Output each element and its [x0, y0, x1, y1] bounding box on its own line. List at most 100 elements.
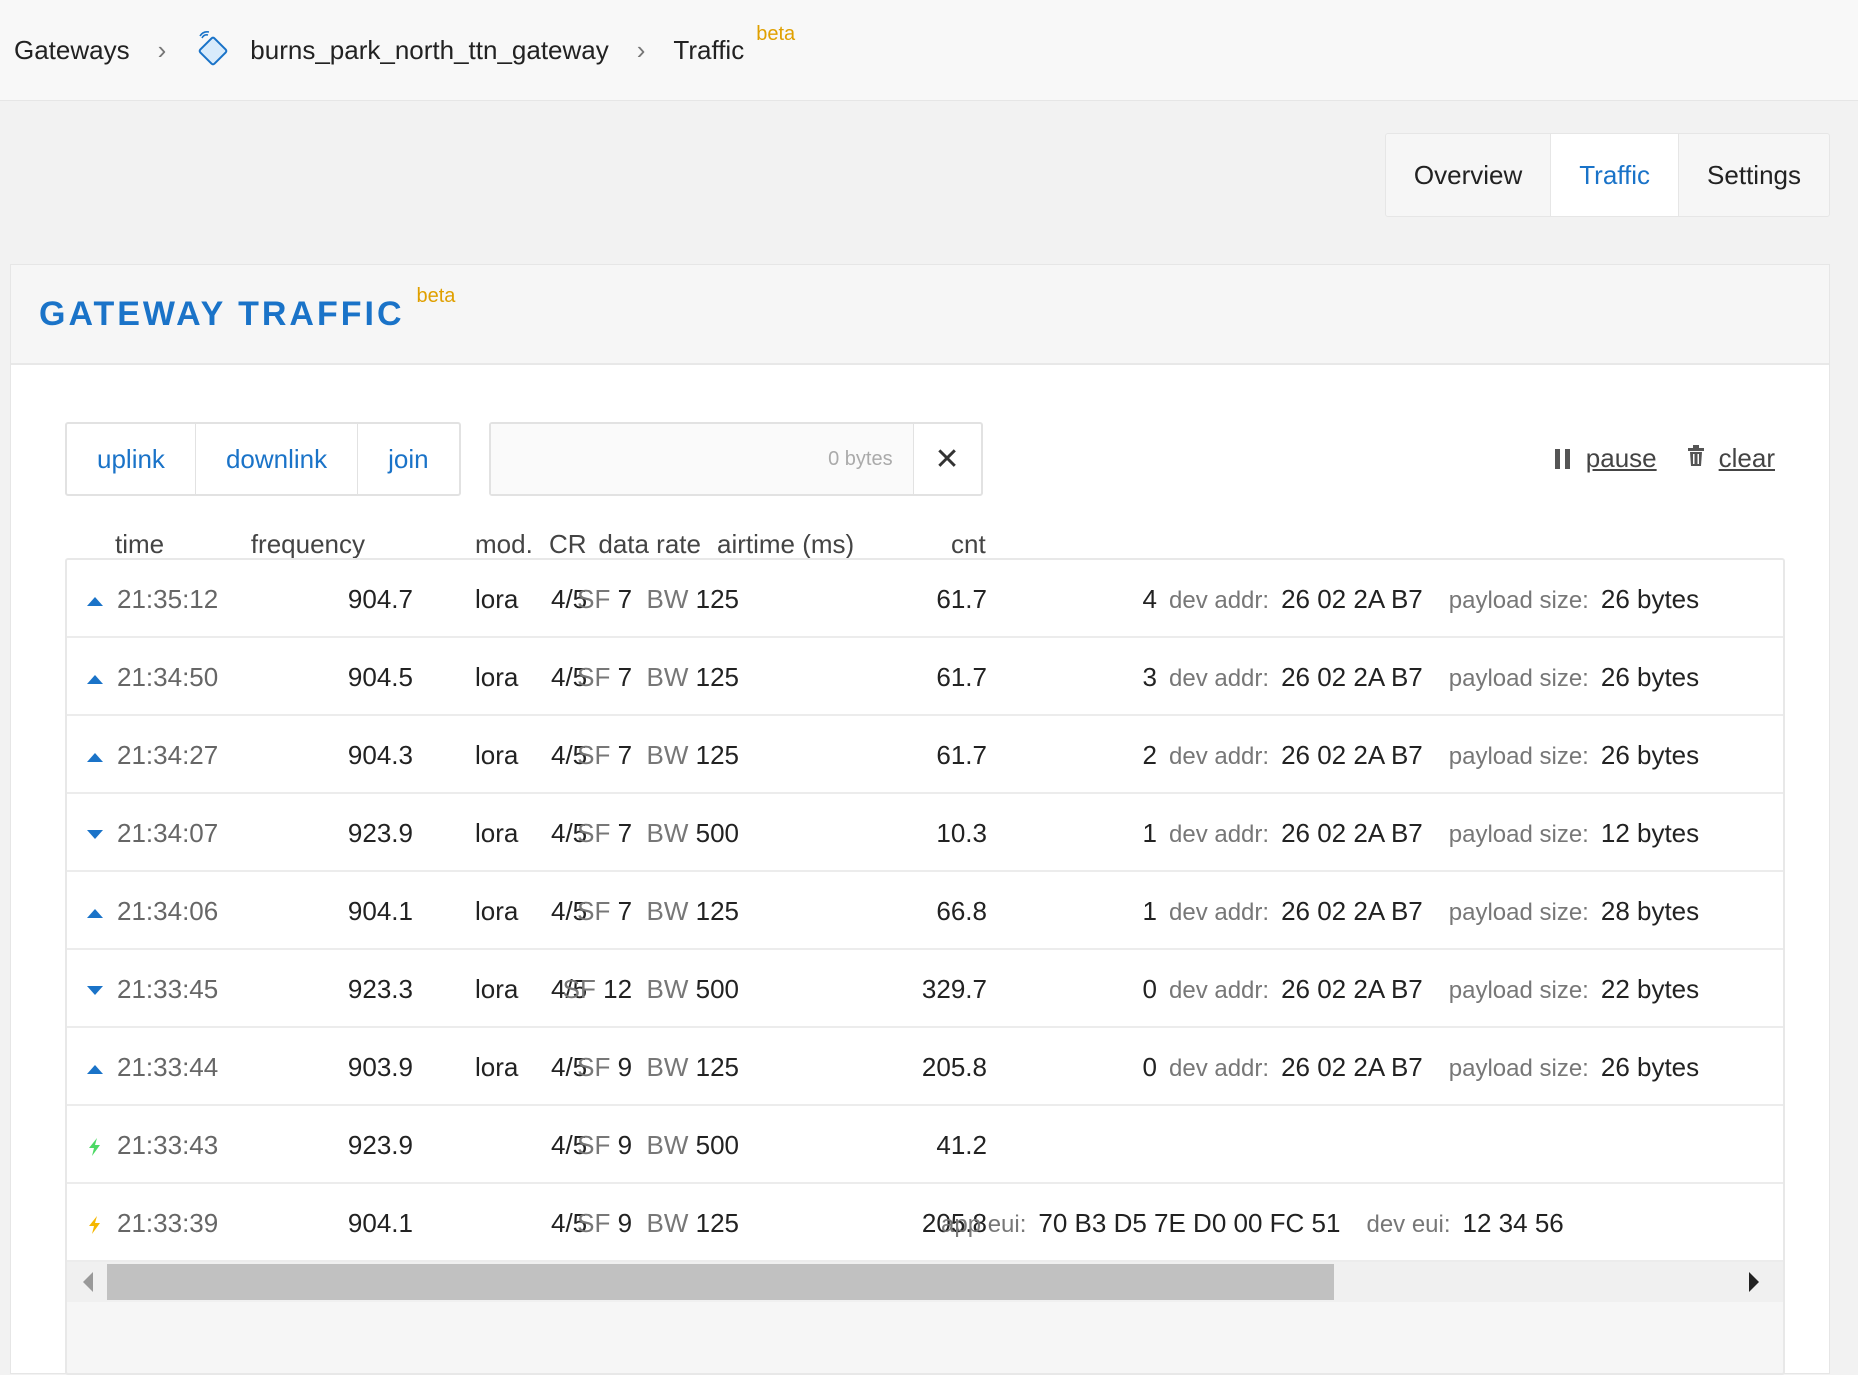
sf-label: SF — [577, 818, 618, 848]
downlink-icon — [85, 977, 105, 997]
breadcrumb-current: Traffic — [673, 34, 745, 65]
uplink-icon — [85, 1055, 105, 1075]
bw-value: 125 — [695, 896, 739, 926]
clear-label: clear — [1718, 443, 1775, 473]
message-type-filter: uplink downlink join — [65, 422, 461, 496]
join-filter-button[interactable]: join — [358, 424, 458, 494]
page-tabs: Overview Traffic Settings — [1384, 133, 1830, 217]
cell-cnt: 1 — [1142, 896, 1157, 926]
breadcrumb-gateways[interactable]: Gateways — [14, 35, 130, 66]
downlink-icon — [85, 821, 105, 841]
cell-cnt: 4 — [1142, 584, 1157, 614]
detail-label-1: dev addr: — [1169, 899, 1270, 926]
beta-badge: beta — [756, 22, 796, 45]
cell-data-rate: SF 7 BW 125 — [577, 740, 739, 771]
cell-time: 21:33:39 — [117, 1208, 219, 1238]
detail-label-1: dev addr: — [1169, 821, 1270, 848]
cell-cnt: 0 — [1142, 1052, 1157, 1082]
detail-value-2: 26 bytes — [1600, 662, 1700, 692]
traffic-table: 21:35:12 904.7 lora 4/5 SF 7 BW 125 61.7 4 dev … — [65, 558, 1785, 1375]
sf-value: 7 — [617, 740, 633, 770]
bw-label: BW — [632, 1052, 696, 1082]
column-mod: mod. — [475, 529, 533, 559]
traffic-rows: 21:35:12 904.7 lora 4/5 SF 7 BW 125 61.7 4 dev … — [67, 560, 1783, 1262]
cell-airtime: 10.3 — [936, 818, 987, 848]
chevron-right-icon: › — [636, 34, 646, 65]
cell-details: dev addr: 26 02 2A B7 payload size: 28 byte… — [1169, 896, 1725, 927]
scrollbar-thumb[interactable] — [107, 1264, 1334, 1300]
cell-airtime: 41.2 — [936, 1130, 987, 1160]
bw-label: BW — [632, 740, 696, 770]
sf-label: SF — [577, 584, 618, 614]
breadcrumb-gateway[interactable]: burns_park_north_ttn_gateway — [250, 35, 608, 66]
column-airtime: airtime (ms) — [717, 529, 855, 559]
pause-icon — [1554, 448, 1570, 469]
detail-label-2: payload size: — [1448, 821, 1589, 848]
cell-details: dev addr: 26 02 2A B7 payload size: 26 byte… — [1169, 584, 1725, 615]
clear-button[interactable]: clear — [1687, 443, 1775, 474]
tab-settings[interactable]: Settings — [1679, 134, 1829, 216]
gateway-traffic-card: GATEWAY TRAFFIC beta uplink downlink joi… — [10, 264, 1830, 1375]
detail-label-2: payload size: — [1448, 899, 1589, 926]
detail-value-2: 26 bytes — [1600, 740, 1700, 770]
sf-value: 7 — [617, 662, 633, 692]
uplink-icon — [85, 587, 105, 607]
cell-frequency: 904.3 — [347, 740, 413, 770]
table-row[interactable]: 21:34:27 904.3 lora 4/5 SF 7 BW 125 61.7 2 dev … — [67, 716, 1783, 794]
detail-value-1: 26 02 2A B7 — [1281, 818, 1423, 848]
table-row[interactable]: 21:33:43 923.9 4/5 SF 9 BW 500 41.2 — [67, 1106, 1783, 1184]
table-row[interactable]: 21:33:39 904.1 4/5 SF 9 BW 125 205.8 app eui:… — [67, 1184, 1783, 1262]
column-cr: CR — [549, 529, 587, 559]
pause-button[interactable]: pause — [1554, 443, 1657, 474]
bw-value: 500 — [695, 818, 739, 848]
cell-cnt: 3 — [1142, 662, 1157, 692]
sf-value: 9 — [617, 1052, 633, 1082]
sf-label: SF — [577, 662, 618, 692]
tab-overview[interactable]: Overview — [1386, 134, 1552, 216]
detail-value-2: 26 bytes — [1600, 1052, 1700, 1082]
cell-mod: lora — [475, 818, 519, 848]
detail-value-2: 26 bytes — [1600, 584, 1700, 614]
join-request-icon — [85, 1211, 105, 1234]
cell-time: 21:35:12 — [117, 584, 219, 614]
cell-airtime: 66.8 — [936, 896, 987, 926]
cell-details: dev addr: 26 02 2A B7 payload size: 26 byte… — [1169, 740, 1725, 771]
table-row[interactable]: 21:33:44 903.9 lora 4/5 SF 9 BW 125 205.8 0 dev… — [67, 1028, 1783, 1106]
cell-mod: lora — [475, 662, 519, 692]
cell-airtime: 61.7 — [936, 662, 987, 692]
bw-label: BW — [632, 1130, 696, 1160]
scroll-right-icon[interactable] — [1749, 1272, 1759, 1292]
detail-label-2: payload size: — [1448, 665, 1589, 692]
uplink-filter-button[interactable]: uplink — [67, 424, 196, 494]
scroll-left-icon[interactable] — [83, 1272, 93, 1292]
cell-airtime: 329.7 — [921, 974, 987, 1004]
pause-label: pause — [1585, 443, 1657, 473]
table-row[interactable]: 21:34:06 904.1 lora 4/5 SF 7 BW 125 66.8 1 dev … — [67, 872, 1783, 950]
cell-cnt: 0 — [1142, 974, 1157, 1004]
cell-time: 21:34:27 — [117, 740, 219, 770]
cell-details: dev addr: 26 02 2A B7 payload size: 12 byte… — [1169, 818, 1725, 849]
cell-frequency: 904.1 — [347, 896, 413, 926]
cell-frequency: 903.9 — [347, 1052, 413, 1082]
table-row[interactable]: 21:33:45 923.3 lora 4/5 SF 12 BW 500 329.7 0 de… — [67, 950, 1783, 1028]
bw-value: 125 — [695, 584, 739, 614]
close-icon[interactable]: ✕ — [912, 424, 981, 494]
cell-time: 21:33:43 — [117, 1130, 219, 1160]
detail-label-2: payload size: — [1448, 587, 1589, 614]
payload-filter-input[interactable] — [490, 424, 913, 494]
uplink-icon — [85, 899, 105, 919]
table-row[interactable]: 21:34:50 904.5 lora 4/5 SF 7 BW 125 61.7 3 dev … — [67, 638, 1783, 716]
downlink-filter-button[interactable]: downlink — [196, 424, 359, 494]
bw-label: BW — [632, 818, 696, 848]
table-row[interactable]: 21:35:12 904.7 lora 4/5 SF 7 BW 125 61.7 4 dev … — [67, 560, 1783, 638]
sf-label: SF — [577, 1130, 618, 1160]
detail-value-2: 12 34 56 — [1462, 1208, 1564, 1238]
cell-airtime: 61.7 — [936, 740, 987, 770]
table-row[interactable]: 21:34:07 923.9 lora 4/5 SF 7 BW 500 10.3 1 dev … — [67, 794, 1783, 872]
cell-mod: lora — [475, 896, 519, 926]
horizontal-scrollbar[interactable] — [67, 1262, 1783, 1302]
cell-data-rate: SF 7 BW 125 — [577, 662, 739, 693]
sf-value: 9 — [617, 1208, 633, 1238]
detail-label-1: dev addr: — [1169, 743, 1270, 770]
tab-traffic[interactable]: Traffic — [1551, 134, 1680, 216]
